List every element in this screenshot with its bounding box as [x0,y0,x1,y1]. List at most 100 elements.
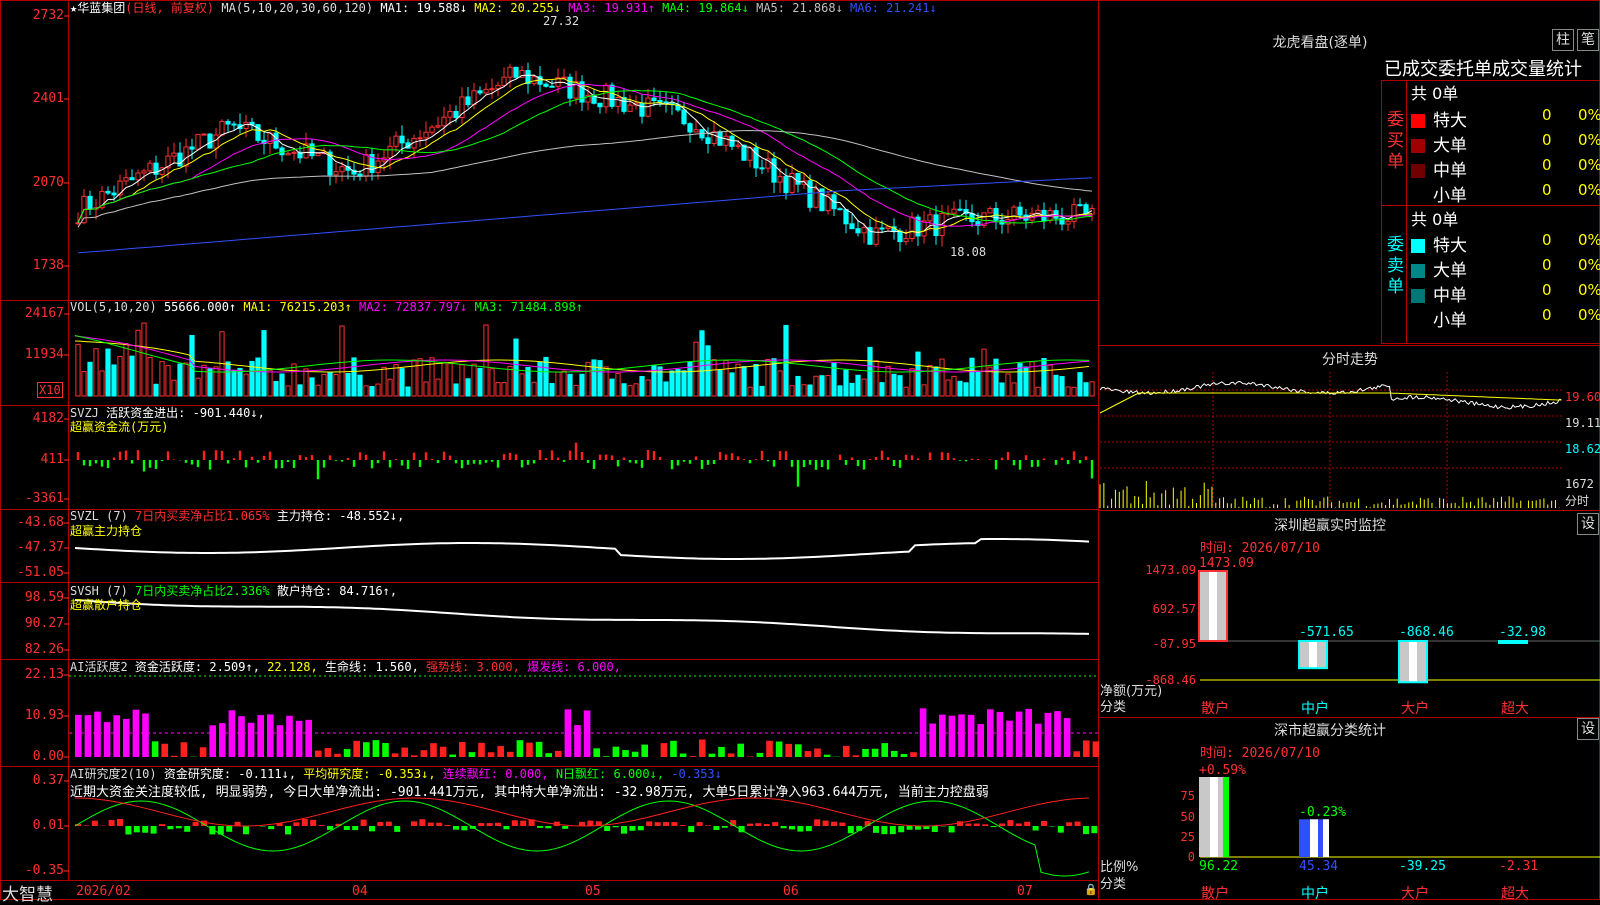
stock-name[interactable]: 华蓝集团 [77,1,125,15]
research-bar [142,826,148,833]
x-label-0: 2026/02 [76,884,131,899]
volume-bar [76,344,80,396]
buy-row-0[interactable]: 特大 [1411,106,1467,131]
volume-bar [886,366,890,396]
sell-row-2[interactable]: 中单 [1411,281,1467,306]
flow-bar [629,460,631,463]
sell-row-1[interactable]: 大单 [1411,256,1467,281]
dragon-tabs[interactable]: 已成交委托单成交量统计 [1384,55,1582,81]
research-bar [193,822,199,826]
flow-bar [725,455,727,460]
pen-view-button[interactable]: 笔 [1577,29,1599,51]
activity-bar [449,755,456,757]
chart-canvas[interactable] [0,0,1600,900]
activity-bar [1064,718,1071,757]
buy-row-1[interactable]: 大单 [1411,131,1467,156]
activity-bar [728,753,735,757]
research-bar [352,826,358,830]
intraday-price-2: 19.11 [1565,416,1600,430]
candle-body [124,178,128,181]
research-bar [1091,826,1097,833]
flow-bar [743,459,745,460]
research-bar [1066,822,1072,826]
monitor-y-label: 692.57 [1128,602,1196,616]
buy-row-3[interactable]: 小单 [1411,181,1467,206]
flow-bar [845,460,847,465]
volume-bar [814,376,818,396]
lock-icon[interactable]: 🔒 [1084,883,1098,896]
volume-bar [700,331,704,396]
intraday-mode-label[interactable]: 分时 [1565,492,1589,509]
activity-bar [133,710,140,757]
candle-body [184,147,188,166]
svzj-y-label: -3361 [0,491,64,506]
volume-bar [424,382,428,396]
flow-bar [641,460,643,468]
research-bar [428,823,434,826]
flow-bar [767,460,769,461]
candle-body [286,153,290,154]
flow-bar [77,452,79,460]
buy-row-2[interactable]: 中单 [1411,156,1467,181]
flow-bar [113,457,115,460]
classify-bar-highlight [1310,819,1318,857]
volume-bar [850,383,854,396]
flow-bar [143,460,145,471]
candle-body [838,209,842,210]
candle-body [904,239,908,242]
chart-mode[interactable]: (日线, 前复权) [125,1,214,15]
vol-unit[interactable]: X10 [37,382,63,398]
flow-bar [557,458,559,460]
volume-bar [664,382,668,396]
volume-bar [604,367,608,396]
volume-bar [160,362,164,396]
candle-body [394,136,398,146]
volume-bar [394,365,398,396]
svzl-y-label: -47.37 [0,540,64,555]
volume-bar [1072,387,1076,396]
flow-bar [905,455,907,460]
flow-bar [719,452,721,460]
activity-bar [536,742,543,757]
column-view-button[interactable]: 柱 [1552,29,1574,51]
research-bar [167,826,173,829]
monitor-settings-button[interactable]: 设 [1577,513,1599,535]
x-label-2: 05 [585,884,601,899]
candle-body [448,112,452,118]
flow-bar [221,451,223,460]
high-price-label: 27.32 [543,14,579,28]
activity-bar [881,743,888,757]
svzl-value: 主力持仓: -48.552↓, [277,509,404,523]
candle-body [988,209,992,213]
flow-bar [611,455,613,460]
volume-bar [568,374,572,396]
price-y-label: 2401 [0,91,64,106]
activity-bar [257,715,264,757]
activity-bar [862,749,869,757]
research-bar [184,826,190,832]
candle-body [442,117,446,126]
app-logo[interactable]: 大智慧 [2,880,53,905]
activity-bar [785,744,792,757]
activity-bar [171,756,178,757]
monitor-bar [1299,641,1327,668]
flow-bar [347,458,349,460]
candle-body [658,101,662,102]
classify-settings-button[interactable]: 设 [1577,718,1599,740]
sell-row-value: 0 [1542,231,1552,249]
sell-row-3[interactable]: 小单 [1411,306,1467,331]
activity-bar [699,740,706,758]
flow-bar [731,453,733,460]
intraday-vol-label: 1672 [1565,477,1594,491]
volume-bar [178,364,182,396]
sell-row-0[interactable]: 特大 [1411,231,1467,256]
volume-bar [142,323,146,396]
activity-bar [421,750,428,757]
sell-row-value: 0 [1542,281,1552,299]
flow-bar [353,460,355,467]
volume-bar [628,386,632,396]
research-bar [831,822,837,826]
color-swatch [1411,239,1425,253]
flow-bar [467,460,469,465]
flow-bar [1067,460,1069,464]
